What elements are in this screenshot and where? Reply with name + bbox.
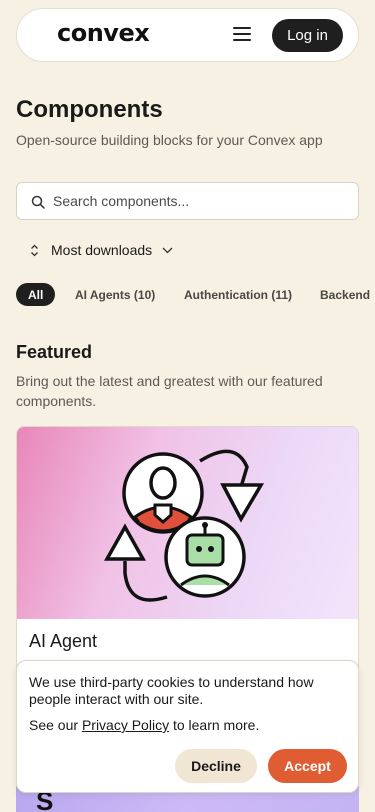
card-title: AI Agent <box>29 631 98 651</box>
sort-arrows-icon <box>31 244 38 256</box>
ai-agent-illustration-icon <box>104 449 265 602</box>
featured-description: Bring out the latest and greatest with o… <box>16 373 323 409</box>
search-box[interactable] <box>16 182 359 220</box>
search-icon <box>31 195 45 209</box>
login-button[interactable]: Log in <box>272 19 343 52</box>
chevron-down-icon <box>162 247 173 253</box>
card-image <box>17 427 358 619</box>
sort-label: Most downloads <box>51 242 153 258</box>
privacy-policy-link[interactable]: Privacy Policy <box>82 717 169 733</box>
tab-ai-agents[interactable]: AI Agents (10) <box>75 283 155 306</box>
tab-all[interactable]: All <box>16 283 56 306</box>
sort-dropdown[interactable]: Most downloads <box>30 240 173 260</box>
search-input[interactable] <box>53 183 348 219</box>
decline-button[interactable]: Decline <box>175 749 257 783</box>
accept-button[interactable]: Accept <box>268 749 347 783</box>
site-header: convex Log in <box>16 8 359 62</box>
tab-backend[interactable]: Backend <box>320 283 370 306</box>
featured-title: Featured <box>16 342 93 362</box>
policy-prefix: See our <box>29 717 82 733</box>
cookie-text: We use third-party cookies to understand… <box>29 674 314 707</box>
page-subtitle: Open-source building blocks for your Con… <box>16 132 323 148</box>
policy-suffix: to learn more. <box>169 717 260 733</box>
hamburger-menu-icon[interactable] <box>233 27 251 43</box>
page-title: Components <box>16 96 163 123</box>
convex-logo[interactable]: convex <box>57 19 150 47</box>
category-tabs: All AI Agents (10) Authentication (11) B… <box>16 283 375 306</box>
cookie-banner: We use third-party cookies to understand… <box>16 660 359 793</box>
cookie-policy-line: See our Privacy Policy to learn more. <box>29 717 259 733</box>
tab-authentication[interactable]: Authentication (11) <box>184 283 292 306</box>
